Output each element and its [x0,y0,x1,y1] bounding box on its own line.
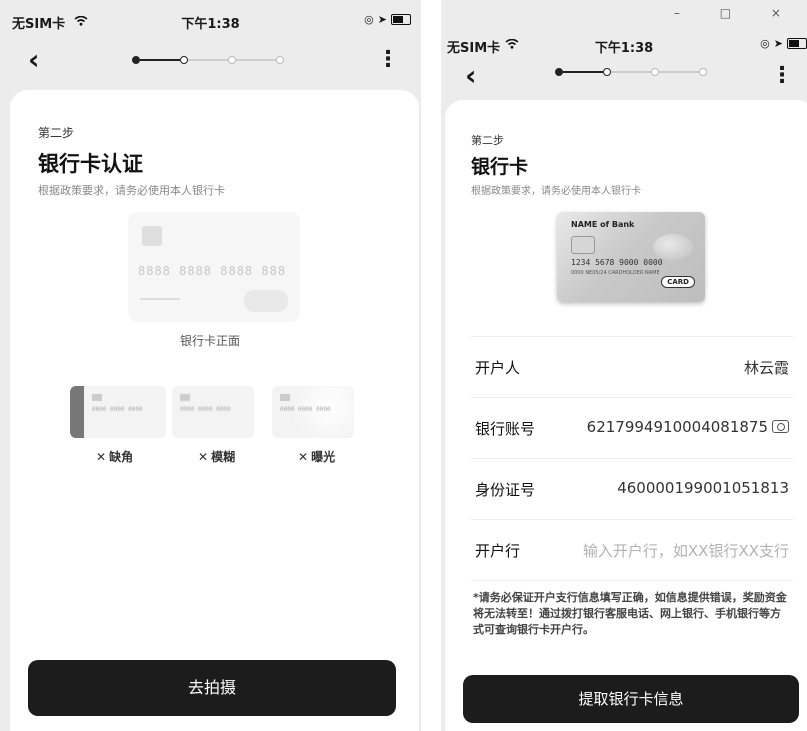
step-line [611,71,651,73]
page-title: 银行卡 [471,156,529,178]
step-line [236,59,276,61]
take-photo-button[interactable]: 去拍摄 [28,660,396,716]
step-line [563,71,603,73]
step-dot-3 [651,68,659,76]
notice-text: *请务必保证开户支行信息填写正确，如信息提供错误，奖励资金将无法转至！通过拨打银… [473,591,787,636]
page-subtitle: 根据政策要求，请务必使用本人银行卡 [471,186,641,197]
bank-card-number: 1234 5678 9000 0000 [571,258,663,267]
globe-graphic [653,234,693,260]
card-front-placeholder[interactable]: 8888 8888 8888 888 [128,212,300,322]
status-time: 下午1:38 [181,17,240,32]
bank-card-subtext: 0000 NE05/24 CARDHOLDER NAME [571,270,660,276]
more-vertical-icon[interactable]: ⋮ [377,46,399,74]
extract-card-info-button[interactable]: 提取银行卡信息 [463,675,799,723]
example-label-blurry: ✕ 模糊 [198,450,236,464]
x-icon: ✕ [96,450,107,464]
status-icons: ◎ ➤ [760,37,807,50]
status-bar: 无SIM卡 下午1:38 ◎ ➤ [441,32,807,56]
id-number-value[interactable]: 460000199001051813 [617,479,789,497]
form-row-account-holder[interactable]: 开户人 林云霞 [471,336,793,397]
more-vertical-icon[interactable]: ⋮ [771,62,793,90]
status-icons: ◎ ➤ [364,13,411,26]
form-row-account-number[interactable]: 银行账号 6217994910004081875 [471,397,793,458]
form-divider [471,580,793,582]
left-phone-screen: 无SIM卡 下午1:38 ◎ ➤ ‹ ⋮ 第二步 银行卡认证 根据政策要求，请务… [0,0,421,731]
card-front-caption: 银行卡正面 [180,334,241,348]
card-chip-icon [571,236,595,254]
bank-card-image: NAME of Bank 1234 5678 9000 0000 0000 NE… [557,212,705,302]
card-number-sample: 8888 8888 8888 888 [138,264,287,278]
bank-branch-label: 开户行 [475,542,521,560]
card-logo: CARD [661,276,695,288]
mini-card-number: 0000 0000 0000 [280,406,331,413]
location-arrow-icon: ➤ [773,37,783,50]
step-dot-3 [228,56,236,64]
progress-stepper [132,56,284,64]
form-row-bank-branch[interactable]: 开户行 输入开户行，如XX银行XX支行 [471,519,793,580]
step-dot-1 [555,68,563,76]
x-icon: ✕ [198,450,209,464]
rotation-lock-icon: ◎ [760,37,770,50]
status-time: 下午1:38 [594,41,654,56]
card-line [140,298,180,300]
camera-icon[interactable] [772,420,789,433]
right-phone-screen: – □ × 无SIM卡 下午1:38 ◎ ➤ ‹ ⋮ 第二步 银行卡 根据政策要… [441,0,807,731]
battery-icon [787,38,807,49]
step-dot-2 [180,56,188,64]
mini-chip [280,394,290,401]
step-label: 第二步 [471,134,504,147]
step-label: 第二步 [38,126,75,140]
account-holder-label: 开户人 [475,359,521,377]
bank-name: NAME of Bank [571,220,635,229]
x-icon: ✕ [298,450,309,464]
example-missing-corner: 0000 0000 0000 [70,386,166,438]
form-row-id-number[interactable]: 身份证号 460000199001051813 [471,458,793,519]
page-subtitle: 根据政策要求，请务必使用本人银行卡 [38,184,225,197]
step-dot-1 [132,56,140,64]
content-card: 第二步 银行卡认证 根据政策要求，请务必使用本人银行卡 8888 8888 88… [10,90,419,731]
back-icon[interactable]: ‹ [28,46,40,74]
bank-branch-input[interactable]: 输入开户行，如XX银行XX支行 [583,540,789,561]
mini-chip [92,394,102,401]
account-number-label: 银行账号 [475,420,536,438]
rotation-lock-icon: ◎ [364,13,374,26]
location-arrow-icon: ➤ [377,13,387,26]
step-line [659,71,699,73]
card-blob [244,290,288,312]
nav-bar: ‹ ⋮ [0,42,421,82]
step-dot-4 [276,56,284,64]
nav-bar: ‹ ⋮ [441,58,807,98]
window-controls[interactable]: – □ × [674,6,799,20]
battery-icon [391,14,411,25]
account-holder-value[interactable]: 林云霞 [744,357,789,378]
example-label-missing-corner: ✕ 缺角 [96,450,134,464]
example-overexposed: 0000 0000 0000 [272,386,354,438]
step-dot-2 [603,68,611,76]
card-chip-icon [142,226,162,246]
step-line [188,59,228,61]
account-number-value[interactable]: 6217994910004081875 [587,418,789,436]
page-title: 银行卡认证 [38,152,143,176]
example-label-overexposed: ✕ 曝光 [298,450,336,464]
example-blurry: 0000 0000 0000 [172,386,254,438]
mini-chip [180,394,190,401]
mini-card-number: 0000 0000 0000 [180,406,231,413]
progress-stepper [555,68,707,76]
status-bar: 无SIM卡 下午1:38 ◎ ➤ [0,8,421,32]
step-dot-4 [699,68,707,76]
mini-card-number: 0000 0000 0000 [92,406,143,413]
id-number-label: 身份证号 [475,481,536,499]
divider [421,0,441,731]
step-line [140,59,180,61]
back-icon[interactable]: ‹ [465,62,477,90]
